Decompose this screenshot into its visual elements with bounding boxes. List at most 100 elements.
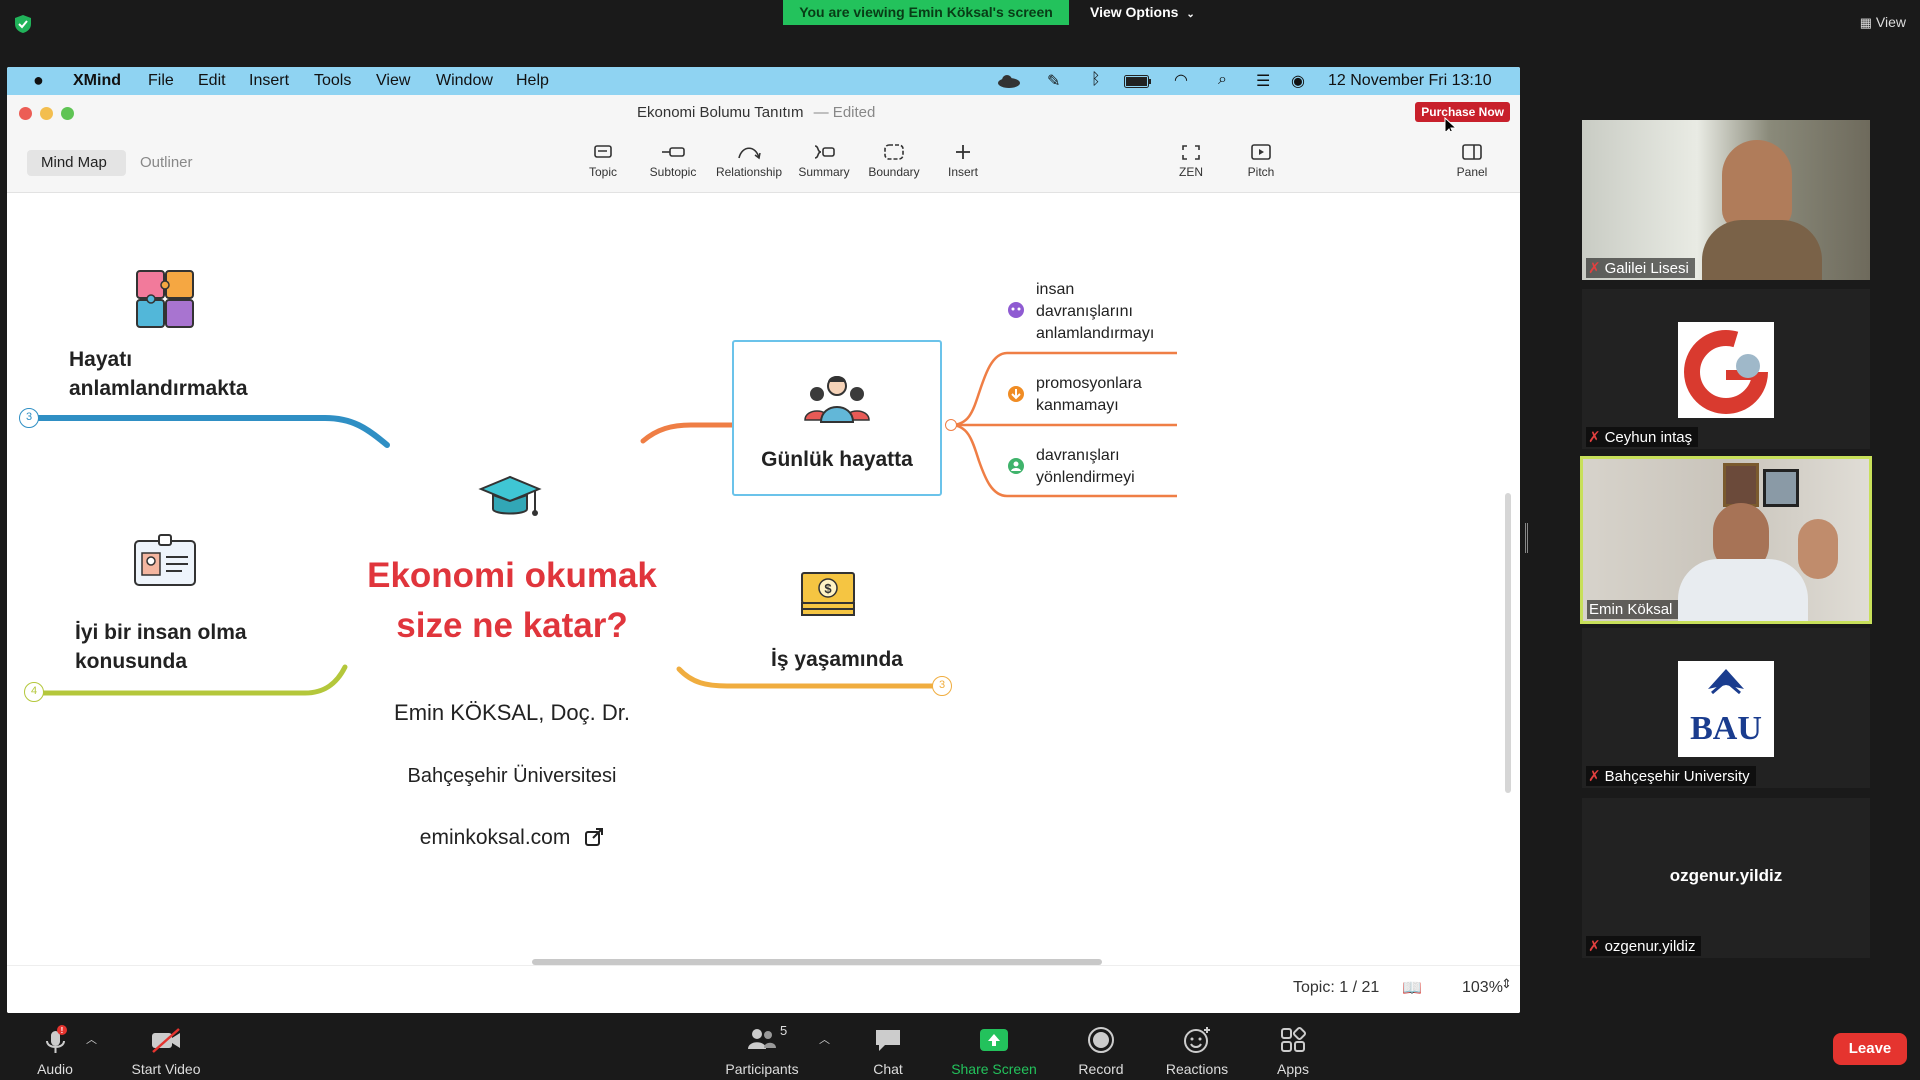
start-video-button[interactable]: Start Video bbox=[116, 1025, 216, 1077]
relationship-tool-button[interactable]: Relationship bbox=[709, 143, 789, 179]
devil-emoji-icon bbox=[1008, 302, 1024, 318]
topic-icon bbox=[594, 145, 612, 158]
spotlight-search-icon[interactable]: ⌕ bbox=[1218, 71, 1227, 89]
boundary-tool-button[interactable]: Boundary bbox=[854, 143, 934, 179]
close-window-button[interactable] bbox=[19, 107, 32, 120]
menu-window[interactable]: Window bbox=[436, 72, 493, 90]
menu-help[interactable]: Help bbox=[516, 72, 549, 90]
subtopic-item[interactable]: promosyonlara kanmamayı bbox=[1036, 373, 1142, 417]
topic-line: anlamlandırmakta bbox=[69, 377, 248, 400]
topic-gunluk-hayatta[interactable]: Günlük hayatta bbox=[732, 340, 942, 496]
subtopic-item[interactable]: insan davranışlarını anlamlandırmayı bbox=[1036, 279, 1154, 345]
zen-mode-button[interactable]: ZEN bbox=[1151, 143, 1231, 179]
chat-label: Chat bbox=[873, 1061, 903, 1077]
collapse-count-badge[interactable]: 4 bbox=[24, 682, 44, 702]
share-screen-icon bbox=[980, 1029, 1008, 1051]
subtopic-line: anlamlandırmayı bbox=[1036, 325, 1155, 342]
participant-name: Bahçeşehir University bbox=[1604, 768, 1750, 785]
view-layout-button[interactable]: ▦ View bbox=[1860, 14, 1906, 31]
menubar-datetime: 12 November Fri 13:10 bbox=[1328, 72, 1492, 89]
apps-button[interactable]: Apps bbox=[1243, 1025, 1343, 1077]
tab-mind-map[interactable]: Mind Map bbox=[27, 150, 126, 176]
topic-counter: Topic: 1 / 21 bbox=[1293, 979, 1380, 996]
collapse-toggle[interactable] bbox=[945, 419, 957, 431]
subtopic-item[interactable]: davranışları yönlendirmeyi bbox=[1036, 445, 1135, 489]
share-screen-label: Share Screen bbox=[951, 1061, 1037, 1077]
mic-muted-icon: ✗ bbox=[1588, 768, 1601, 785]
frame-icon bbox=[1763, 469, 1799, 507]
menu-file[interactable]: File bbox=[148, 72, 174, 90]
view-label: View bbox=[1875, 14, 1906, 30]
topic-hayati[interactable]: Hayatı anlamlandırmakta bbox=[69, 345, 248, 403]
menu-app-name[interactable]: XMind bbox=[73, 72, 121, 90]
window-titlebar: Ekonomi Bolumu Tanıtım — Edited Purchase… bbox=[7, 95, 1520, 137]
view-options-button[interactable]: View Options ⌄ bbox=[1090, 0, 1195, 25]
splitter-handle[interactable] bbox=[1525, 523, 1528, 553]
minimize-window-button[interactable] bbox=[40, 107, 53, 120]
menu-tools[interactable]: Tools bbox=[314, 72, 351, 90]
tab-outliner[interactable]: Outliner bbox=[126, 150, 207, 176]
collapse-count-badge[interactable]: 3 bbox=[19, 408, 39, 428]
menu-edit[interactable]: Edit bbox=[198, 72, 226, 90]
control-center-icon[interactable]: ☰ bbox=[1256, 71, 1270, 91]
insert-tool-button[interactable]: Insert bbox=[923, 143, 1003, 179]
topic-line: Hayatı bbox=[69, 348, 133, 371]
plus-icon bbox=[956, 145, 970, 159]
boundary-icon bbox=[884, 144, 904, 160]
bau-logo-icon: BAU bbox=[1690, 669, 1762, 747]
external-link-icon[interactable] bbox=[584, 827, 604, 847]
apps-label: Apps bbox=[1277, 1061, 1309, 1077]
record-button[interactable]: Record bbox=[1051, 1025, 1151, 1077]
participant-tile-active-speaker[interactable]: Emin Köksal bbox=[1580, 456, 1872, 624]
apple-icon[interactable]: ● bbox=[33, 70, 44, 91]
participant-tile[interactable]: BAU ✗ Bahçeşehir University bbox=[1582, 628, 1870, 788]
zoom-stepper-icon[interactable]: ⇕ bbox=[1501, 976, 1512, 992]
topic-iyi-bir-insan[interactable]: İyi bir insan olma konusunda bbox=[75, 618, 247, 676]
siri-icon[interactable]: ◉ bbox=[1291, 71, 1305, 91]
participant-tile[interactable]: ✗ Ceyhun intaş bbox=[1582, 289, 1870, 449]
panel-label: Panel bbox=[1456, 165, 1488, 179]
participant-tile[interactable]: ozgenur.yildiz ✗ ozgenur.yildiz bbox=[1582, 798, 1870, 958]
menu-insert[interactable]: Insert bbox=[249, 72, 289, 90]
cloud-icon[interactable] bbox=[997, 74, 1021, 88]
chat-bubble-icon bbox=[876, 1030, 900, 1051]
id-card-icon bbox=[134, 534, 196, 586]
reactions-button[interactable]: Reactions bbox=[1147, 1025, 1247, 1077]
participant-tile[interactable]: ✗ Galilei Lisesi bbox=[1582, 120, 1870, 280]
topic-line: konusunda bbox=[75, 650, 188, 673]
share-screen-button[interactable]: Share Screen bbox=[944, 1025, 1044, 1077]
subtopic-tool-button[interactable]: Subtopic bbox=[633, 143, 713, 179]
zoom-window-button[interactable] bbox=[61, 107, 74, 120]
grid-icon: ▦ bbox=[1859, 15, 1873, 30]
wifi-icon[interactable]: ◠ bbox=[1174, 70, 1188, 90]
microphone-muted-icon: ! bbox=[46, 1025, 67, 1053]
leave-meeting-button[interactable]: Leave bbox=[1833, 1033, 1907, 1065]
arrow-down-circle-icon bbox=[1008, 386, 1024, 402]
central-topic-title[interactable]: Ekonomi okumak size ne katar? bbox=[347, 551, 677, 651]
subtopic-line: yönlendirmeyi bbox=[1036, 469, 1135, 486]
security-shield-icon[interactable] bbox=[14, 14, 32, 34]
pin-icon[interactable]: ✎ bbox=[1047, 71, 1060, 91]
collapse-count-badge[interactable]: 3 bbox=[932, 676, 952, 696]
purchase-now-button[interactable]: Purchase Now bbox=[1415, 102, 1510, 122]
summary-tool-button[interactable]: Summary bbox=[784, 143, 864, 179]
topic-is-yasaminda[interactable]: İş yaşamında bbox=[747, 648, 927, 672]
chat-button[interactable]: Chat bbox=[838, 1025, 938, 1077]
svg-text:$: $ bbox=[824, 581, 832, 596]
website-link[interactable]: eminkoksal.com bbox=[347, 826, 677, 850]
pitch-mode-button[interactable]: Pitch bbox=[1221, 143, 1301, 179]
topic-tool-button[interactable]: Topic bbox=[563, 143, 643, 179]
topic-label: Günlük hayatta bbox=[761, 448, 913, 471]
vertical-scrollbar[interactable] bbox=[1505, 493, 1511, 793]
participants-button[interactable]: 5 Participants bbox=[712, 1023, 812, 1077]
bluetooth-icon[interactable]: ᛒ bbox=[1091, 71, 1101, 89]
panel-toggle-button[interactable]: Panel bbox=[1432, 143, 1512, 179]
subtopic-tool-label: Subtopic bbox=[649, 165, 697, 179]
zoom-level[interactable]: 103% bbox=[1462, 979, 1503, 997]
menu-view[interactable]: View bbox=[376, 72, 410, 90]
battery-icon[interactable] bbox=[1124, 75, 1152, 88]
chevron-up-icon[interactable]: ︿ bbox=[819, 1031, 830, 1047]
chevron-up-icon[interactable]: ︿ bbox=[86, 1031, 97, 1047]
mind-map-canvas[interactable]: 3 4 3 Hayatı anlamlandırmakta İyi bir in… bbox=[7, 193, 1520, 965]
book-icon[interactable]: 📖 bbox=[1402, 978, 1422, 998]
